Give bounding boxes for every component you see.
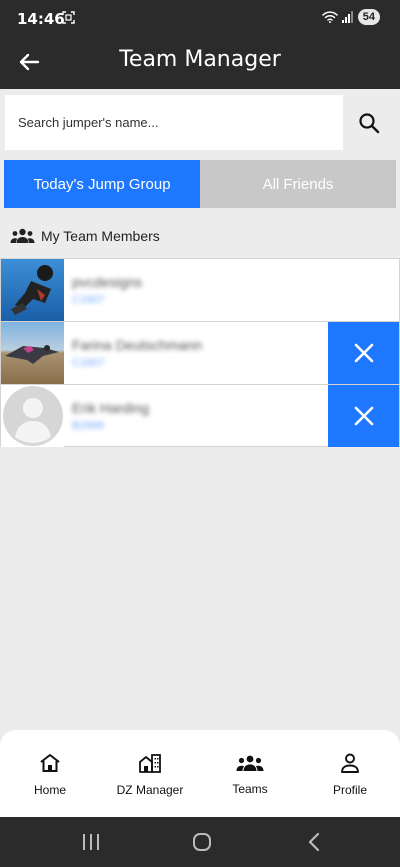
member-info: Erik Harding B2999 <box>64 400 149 432</box>
member-row[interactable]: Farina Deutschmann C1907 <box>0 321 400 384</box>
section-title: My Team Members <box>41 228 160 244</box>
bottom-nav: Home DZ Manager Teams Profile <box>0 730 400 817</box>
status-bar: 14:46 54 <box>0 0 400 34</box>
status-icons: 54 <box>322 9 380 25</box>
home-icon <box>40 753 60 772</box>
buildings-icon <box>139 753 161 773</box>
nav-label: DZ Manager <box>116 782 184 797</box>
signal-icon <box>341 11 353 23</box>
app-header: Team Manager <box>0 34 400 89</box>
member-license-id: C1907 <box>72 294 105 306</box>
recent-apps-icon[interactable] <box>81 831 101 853</box>
close-icon <box>354 343 373 363</box>
search-input[interactable] <box>5 95 343 150</box>
nav-label: Profile <box>332 782 367 797</box>
tab-all-friends[interactable]: All Friends <box>200 160 396 208</box>
nav-home[interactable]: Home <box>0 730 100 817</box>
avatar <box>1 384 64 447</box>
member-name: pvcdesigns <box>72 274 143 290</box>
member-row[interactable]: Erik Harding B2999 <box>0 384 400 447</box>
nav-dz-manager[interactable]: DZ Manager <box>100 730 200 817</box>
wifi-icon <box>322 11 338 23</box>
search-bar <box>0 91 400 154</box>
nav-teams[interactable]: Teams <box>200 730 300 817</box>
member-info: Farina Deutschmann C1907 <box>64 337 202 369</box>
member-row[interactable]: pvcdesigns C1907 <box>0 258 400 321</box>
member-name: Farina Deutschmann <box>72 337 202 353</box>
member-name: Erik Harding <box>72 399 150 416</box>
nav-label: Home <box>33 782 66 797</box>
avatar <box>1 259 64 321</box>
avatar <box>1 322 64 384</box>
search-button[interactable] <box>343 95 395 150</box>
tab-todays-jump-group[interactable]: Today's Jump Group <box>4 160 200 208</box>
close-icon <box>354 406 373 426</box>
nav-profile[interactable]: Profile <box>300 730 400 817</box>
screenshot-icon <box>62 11 75 24</box>
member-license-id: B2999 <box>72 419 104 432</box>
group-icon <box>236 755 264 771</box>
battery-indicator: 54 <box>357 9 380 25</box>
remove-member-button[interactable] <box>328 322 399 384</box>
tab-bar: Today's Jump Group All Friends <box>4 160 396 208</box>
group-icon <box>10 228 35 243</box>
member-info: pvcdesigns C1907 <box>64 274 142 306</box>
page-title: Team Manager <box>119 47 281 72</box>
system-nav-bar <box>0 817 400 867</box>
system-back-icon[interactable] <box>305 831 323 853</box>
person-icon <box>341 753 359 773</box>
team-member-list: pvcdesigns C1907 Farina Deutschmann C190… <box>0 258 400 447</box>
status-time: 14:46 <box>17 10 65 28</box>
nav-label: Teams <box>232 781 268 796</box>
remove-member-button[interactable] <box>328 385 399 447</box>
section-header: My Team Members <box>10 226 160 246</box>
search-icon <box>359 112 380 133</box>
member-license-id: C1907 <box>72 357 105 369</box>
home-button-icon[interactable] <box>191 831 213 853</box>
